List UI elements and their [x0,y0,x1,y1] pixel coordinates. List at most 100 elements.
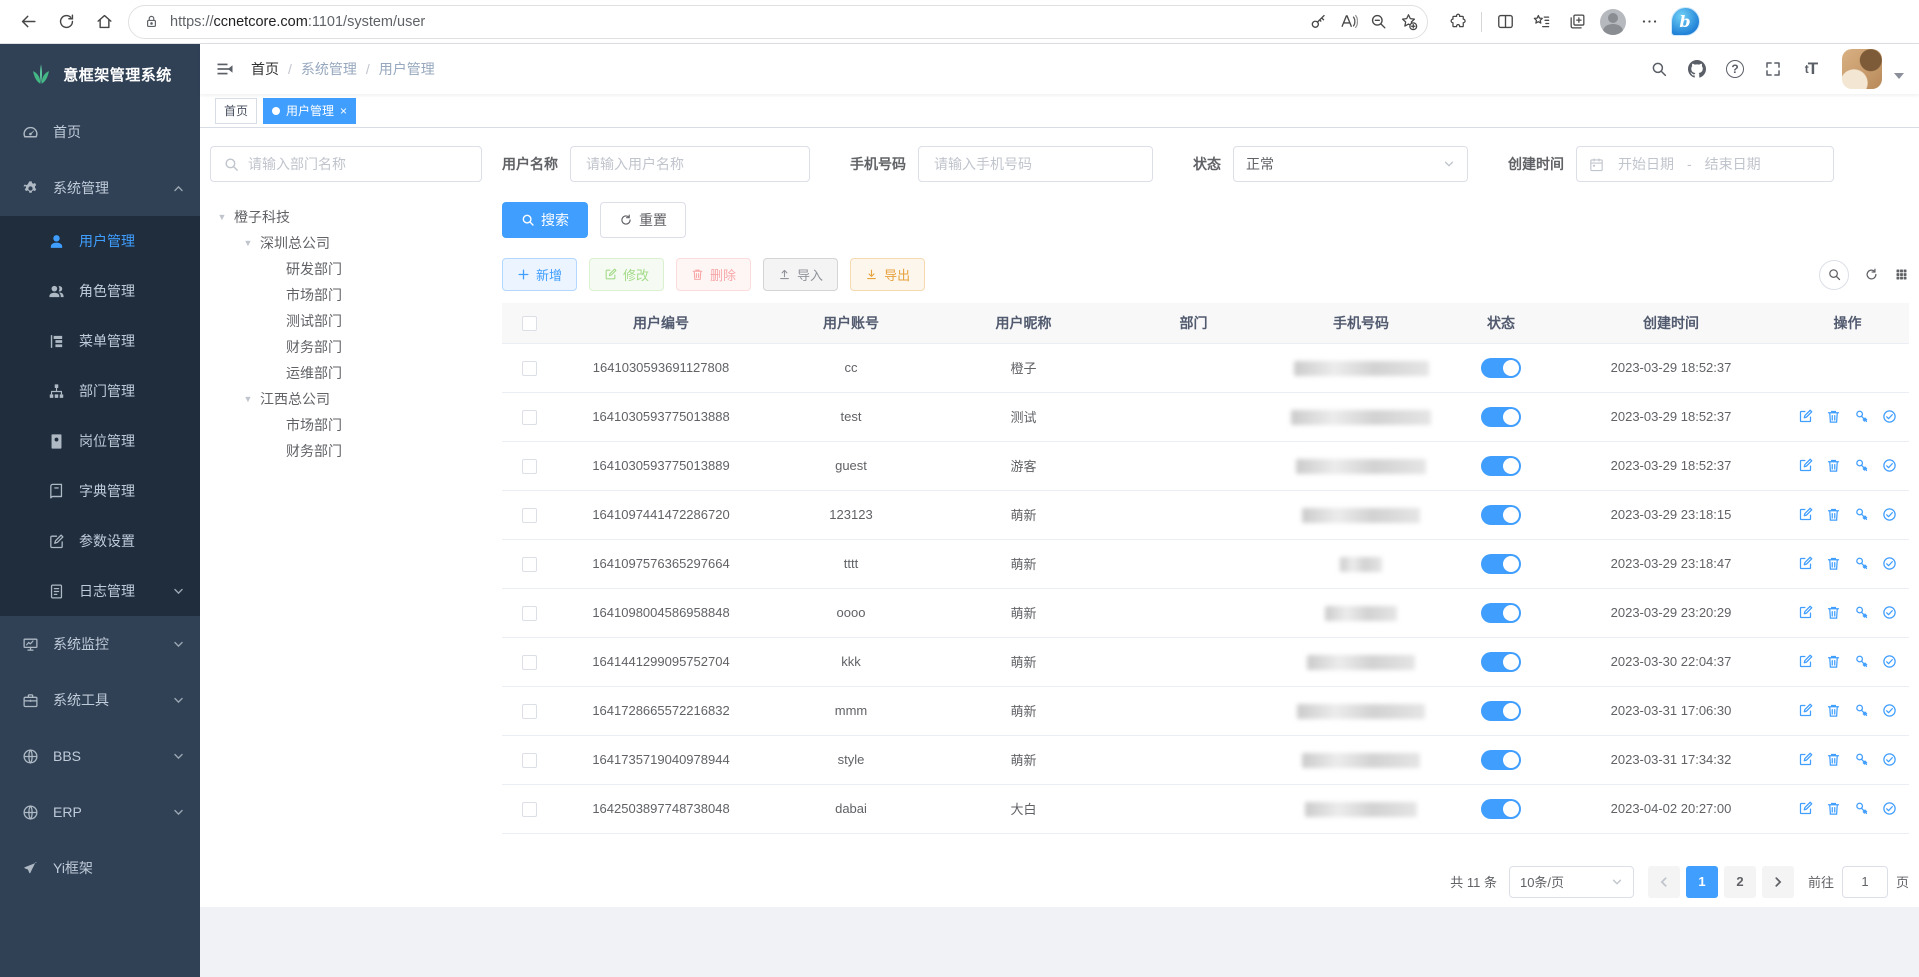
search-button[interactable]: 搜索 [502,202,588,238]
github-icon[interactable] [1682,54,1712,84]
edit-icon[interactable] [1798,556,1813,571]
sidebar-item-log[interactable]: 日志管理 [0,566,200,616]
status-toggle[interactable] [1481,407,1521,427]
tree-node[interactable]: 测试部门 [210,308,482,334]
assign-role-icon[interactable] [1882,752,1897,767]
delete-icon[interactable] [1826,703,1841,718]
more-icon[interactable] [1631,4,1667,40]
row-checkbox[interactable] [522,606,537,621]
url-text[interactable]: https://ccnetcore.com:1101/system/user [170,14,425,30]
sidebar-item-home[interactable]: 首页 [0,104,200,160]
tree-node[interactable]: ▼深圳总公司 [210,230,482,256]
prev-page-button[interactable] [1648,866,1680,898]
delete-icon[interactable] [1826,752,1841,767]
delete-icon[interactable] [1826,605,1841,620]
row-checkbox[interactable] [522,802,537,817]
status-toggle[interactable] [1481,505,1521,525]
essentials-icon[interactable] [1440,4,1476,40]
sidebar-item-monitor[interactable]: 系统监控 [0,616,200,672]
collections-add-icon[interactable] [1559,4,1595,40]
add-button[interactable]: 新增 [502,258,577,291]
row-checkbox[interactable] [522,459,537,474]
assign-role-icon[interactable] [1882,458,1897,473]
sidebar-item-user[interactable]: 用户管理 [0,216,200,266]
refresh-table-icon[interactable] [1864,267,1879,282]
reset-password-icon[interactable] [1854,605,1869,620]
row-checkbox[interactable] [522,704,537,719]
caret-down-icon[interactable]: ▼ [210,212,234,222]
tab-user-management[interactable]: 用户管理 × [263,98,356,124]
assign-role-icon[interactable] [1882,507,1897,522]
department-search[interactable] [210,146,482,182]
edit-button[interactable]: 修改 [589,258,664,291]
row-checkbox[interactable] [522,410,537,425]
help-icon[interactable]: ? [1720,54,1750,84]
assign-role-icon[interactable] [1882,654,1897,669]
copilot-icon[interactable]: b [1667,4,1703,40]
goto-page-input[interactable] [1842,866,1888,898]
read-aloud-icon[interactable] [1333,7,1363,37]
key-icon[interactable] [1303,7,1333,37]
close-icon[interactable]: × [340,105,347,117]
date-range-picker[interactable]: 开始日期 - 结束日期 [1576,146,1834,182]
sidebar-item-role[interactable]: 角色管理 [0,266,200,316]
delete-icon[interactable] [1826,801,1841,816]
address-bar[interactable]: https://ccnetcore.com:1101/system/user [128,5,1428,39]
assign-role-icon[interactable] [1882,703,1897,718]
row-checkbox[interactable] [522,753,537,768]
assign-role-icon[interactable] [1882,801,1897,816]
export-button[interactable]: 导出 [850,258,925,291]
tree-node[interactable]: 市场部门 [210,282,482,308]
toggle-search-button[interactable] [1819,260,1849,290]
delete-icon[interactable] [1826,409,1841,424]
reset-password-icon[interactable] [1854,752,1869,767]
sidebar-item-post[interactable]: 岗位管理 [0,416,200,466]
home-icon[interactable] [86,4,122,40]
reset-password-icon[interactable] [1854,801,1869,816]
row-checkbox[interactable] [522,655,537,670]
status-toggle[interactable] [1481,799,1521,819]
status-toggle[interactable] [1481,603,1521,623]
lock-icon[interactable] [143,13,160,30]
reset-password-icon[interactable] [1854,654,1869,669]
assign-role-icon[interactable] [1882,556,1897,571]
zoom-out-icon[interactable] [1363,7,1393,37]
select-all-checkbox[interactable] [522,316,537,331]
row-checkbox[interactable] [522,508,537,523]
status-toggle[interactable] [1481,554,1521,574]
status-toggle[interactable] [1481,701,1521,721]
fullscreen-icon[interactable] [1758,54,1788,84]
sidebar-item-menu[interactable]: 菜单管理 [0,316,200,366]
caret-down-icon[interactable]: ▼ [236,394,260,404]
row-checkbox[interactable] [522,557,537,572]
split-screen-icon[interactable] [1487,4,1523,40]
row-checkbox[interactable] [522,361,537,376]
edit-icon[interactable] [1798,458,1813,473]
next-page-button[interactable] [1762,866,1794,898]
status-select[interactable]: 正常 [1233,146,1468,182]
sidebar-item-bbs[interactable]: BBS [0,728,200,784]
tree-node[interactable]: 市场部门 [210,412,482,438]
favorites-icon[interactable] [1523,4,1559,40]
sidebar-item-dept[interactable]: 部门管理 [0,366,200,416]
reset-password-icon[interactable] [1854,458,1869,473]
assign-role-icon[interactable] [1882,409,1897,424]
favorite-add-icon[interactable] [1393,7,1423,37]
department-search-input[interactable] [248,156,469,172]
profile-icon[interactable] [1595,4,1631,40]
breadcrumb-home[interactable]: 首页 [251,59,279,79]
font-size-icon[interactable]: tT [1796,54,1826,84]
status-toggle[interactable] [1481,358,1521,378]
avatar[interactable] [1842,49,1882,89]
refresh-icon[interactable] [48,4,84,40]
reset-button[interactable]: 重置 [600,202,686,238]
assign-role-icon[interactable] [1882,605,1897,620]
sidebar-item-erp[interactable]: ERP [0,784,200,840]
reset-password-icon[interactable] [1854,507,1869,522]
tree-node[interactable]: ▼橙子科技 [210,204,482,230]
tree-node[interactable]: ▼江西总公司 [210,386,482,412]
edit-icon[interactable] [1798,654,1813,669]
delete-button[interactable]: 删除 [676,258,751,291]
delete-icon[interactable] [1826,654,1841,669]
tree-node[interactable]: 研发部门 [210,256,482,282]
